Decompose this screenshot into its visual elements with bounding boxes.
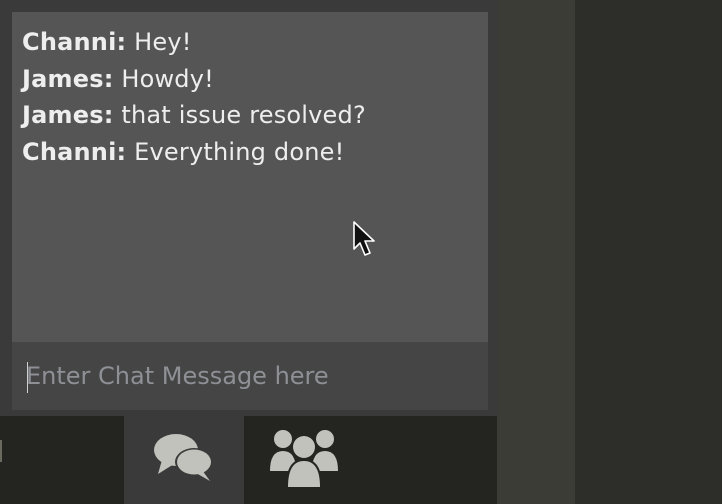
message-sender: Channi: — [22, 28, 127, 56]
message-sender: James: — [22, 64, 114, 93]
chat-message-input[interactable] — [26, 358, 466, 394]
chat-message: James: Howdy! — [22, 61, 488, 98]
message-sender: James: — [22, 101, 114, 129]
background-panel — [497, 0, 575, 504]
mouse-pointer-icon — [353, 221, 375, 256]
message-text: Everything done! — [134, 137, 345, 166]
chat-message: James: that issue resolved? — [22, 97, 488, 134]
scroll-indicator — [0, 440, 2, 462]
message-sender: Channi: — [22, 137, 127, 166]
tab-bar — [0, 410, 497, 504]
message-text: Hey! — [134, 28, 192, 56]
message-text: Howdy! — [121, 64, 214, 93]
chat-input-row — [12, 342, 488, 410]
chat-message: Channi: Hey! — [22, 24, 488, 61]
background-panel-right — [575, 0, 722, 504]
tab-users[interactable] — [244, 410, 364, 504]
message-text: that issue resolved? — [121, 101, 366, 129]
message-list: Channi: Hey! James: Howdy! James: that i… — [12, 12, 488, 342]
users-group-icon — [270, 430, 338, 487]
tab-chat[interactable] — [124, 410, 244, 504]
chat-message: Channi: Everything done! — [22, 134, 488, 171]
chat-bubbles-icon — [154, 434, 213, 481]
